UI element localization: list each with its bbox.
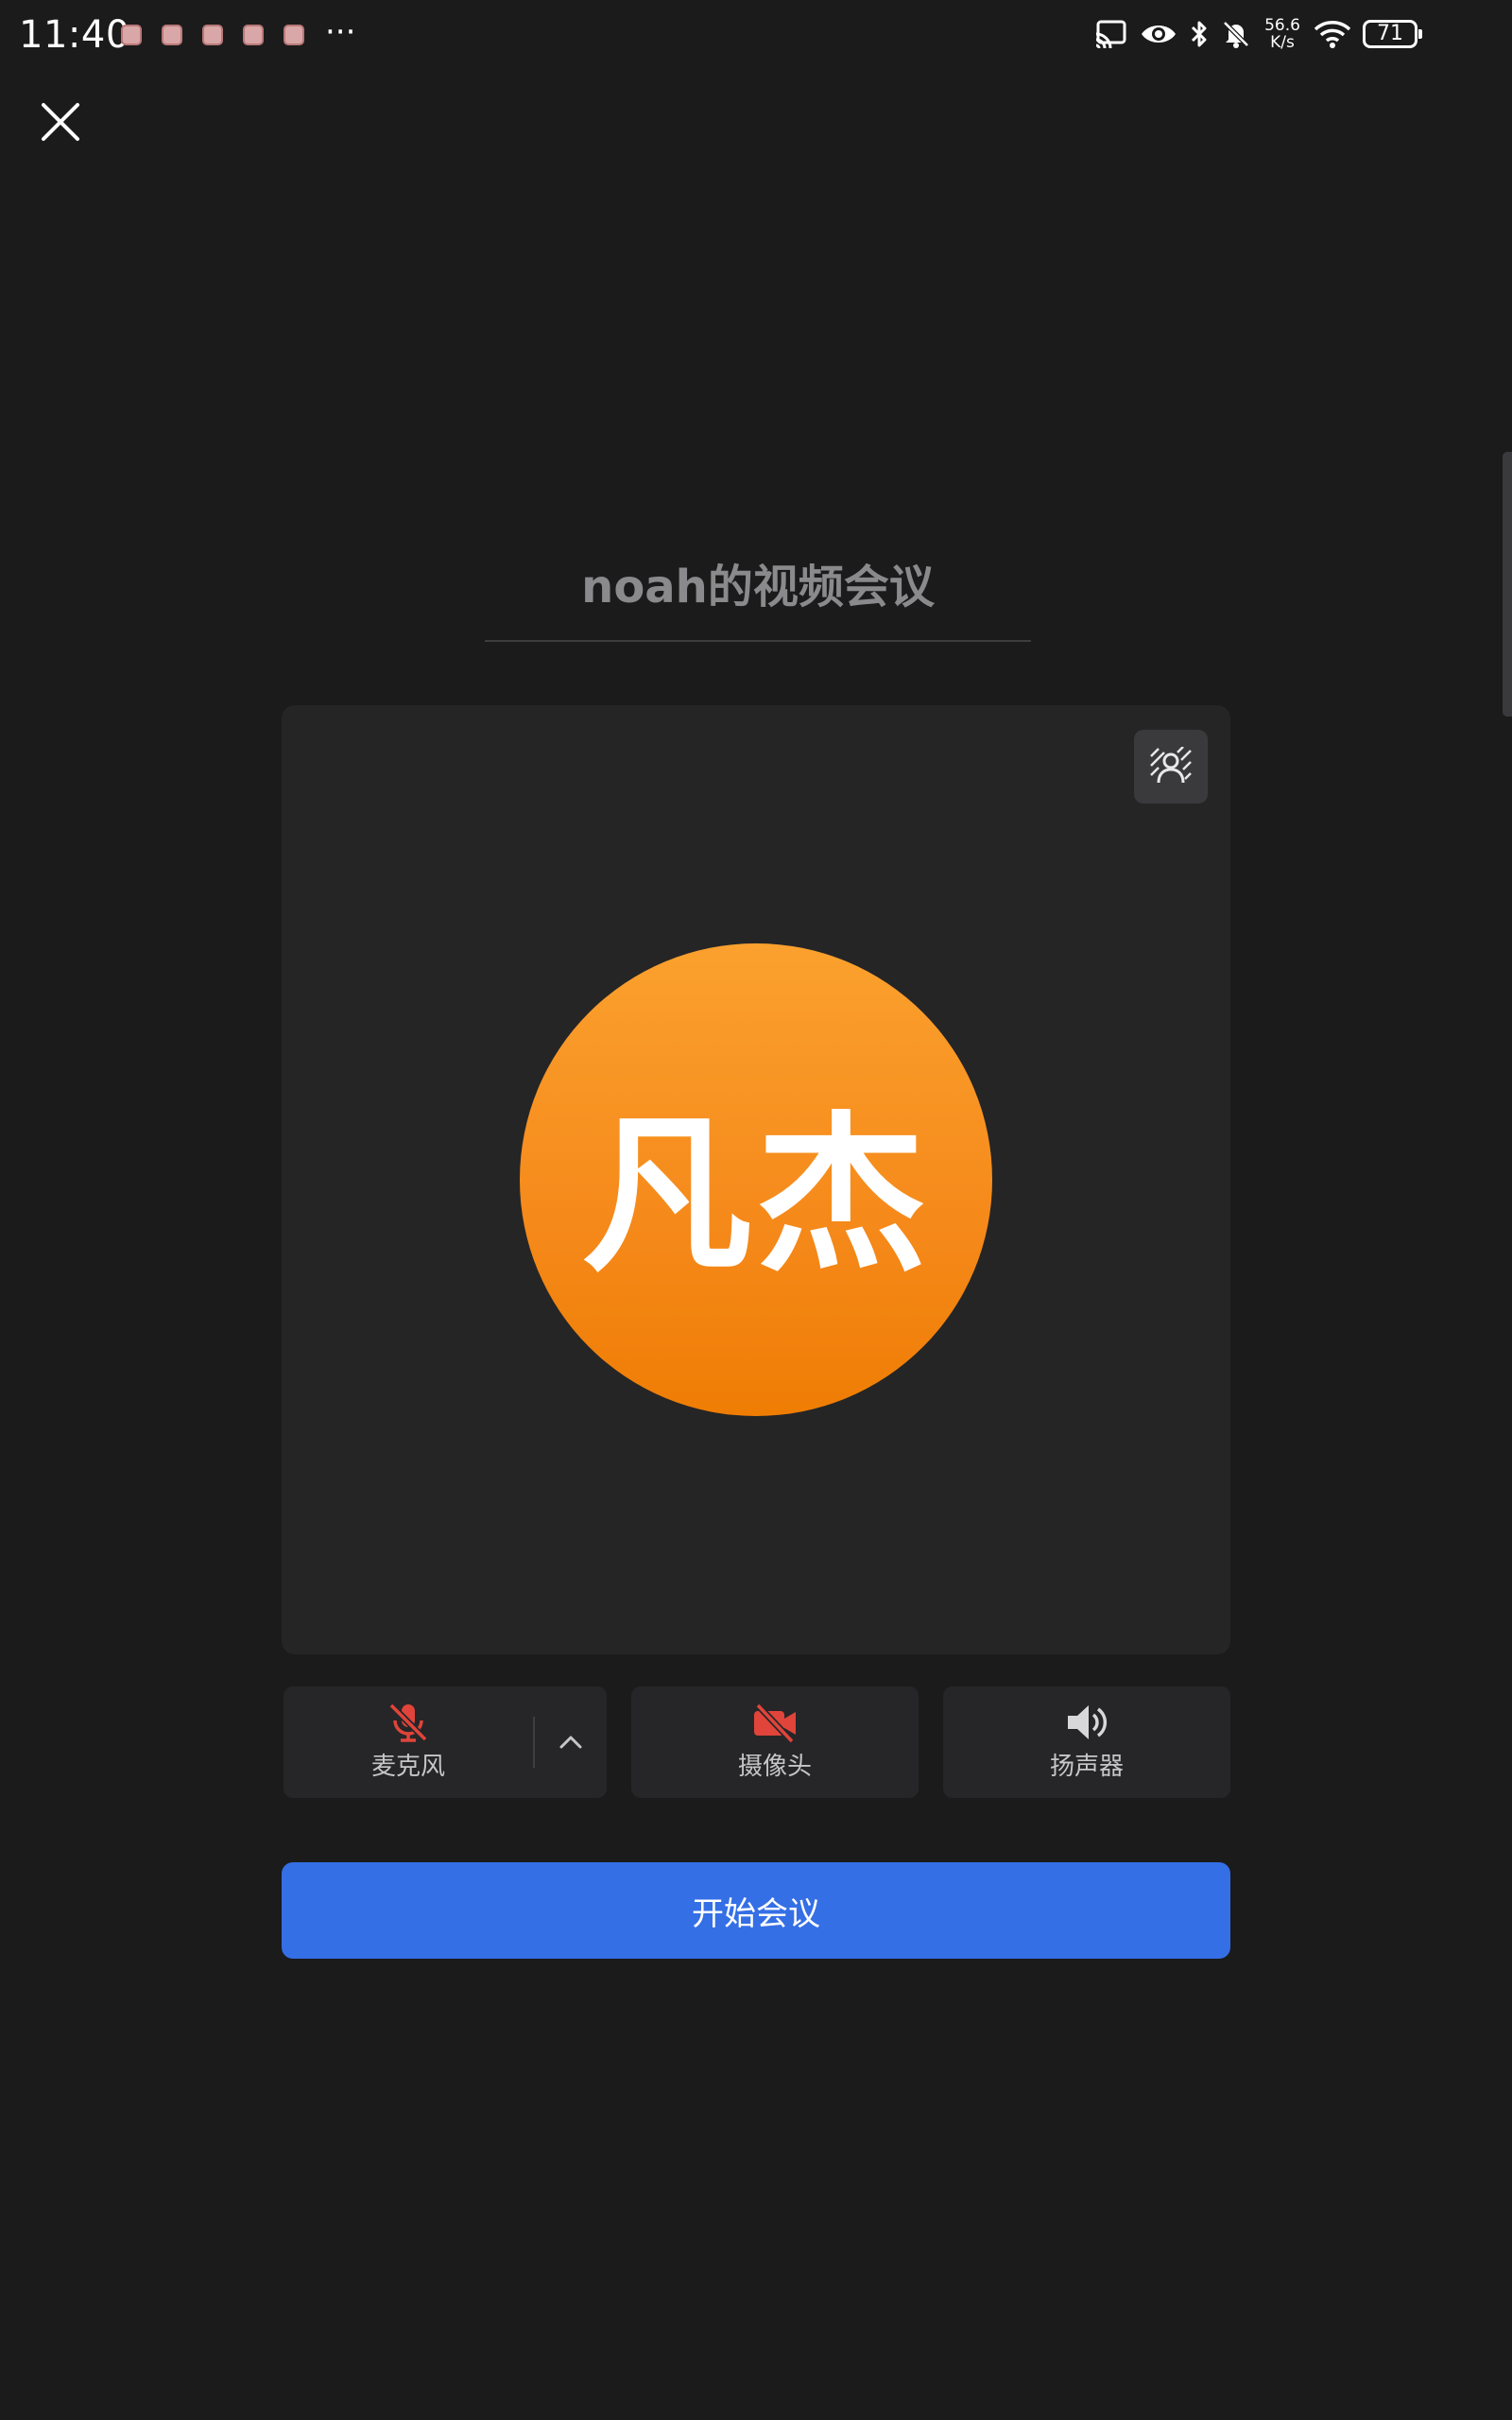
network-speed-value: 56.6 — [1264, 16, 1300, 35]
speaker-toggle[interactable]: 扬声器 — [943, 1686, 1230, 1798]
microphone-label: 麦克风 — [370, 1753, 445, 1781]
app-notification-icon — [243, 25, 264, 45]
scrollbar[interactable] — [1503, 452, 1512, 717]
eye-icon — [1142, 26, 1176, 43]
more-notifications-icon: ··· — [325, 13, 356, 51]
virtual-background-button[interactable] — [1134, 730, 1208, 804]
camera-off-icon — [754, 1703, 796, 1743]
wifi-icon — [1314, 21, 1351, 48]
bluetooth-icon — [1191, 21, 1207, 47]
network-speed-unit: K/s — [1270, 33, 1295, 52]
battery-indicator: 71 — [1363, 20, 1422, 48]
app-notification-icon — [284, 25, 304, 45]
video-preview: 凡杰 — [282, 705, 1230, 1654]
camera-toggle[interactable]: 摄像头 — [631, 1686, 919, 1798]
app-notification-icon — [202, 25, 223, 45]
microphone-options-button[interactable] — [535, 1686, 607, 1798]
camera-label: 摄像头 — [737, 1753, 812, 1781]
speaker-label: 扬声器 — [1049, 1753, 1124, 1781]
close-icon — [42, 103, 79, 141]
close-button[interactable] — [28, 90, 93, 154]
cast-icon — [1095, 20, 1126, 49]
app-notification-icon — [162, 25, 182, 45]
bell-off-icon — [1223, 21, 1249, 48]
avatar: 凡杰 — [520, 943, 992, 1416]
speaker-icon — [1068, 1705, 1108, 1739]
meeting-title-field[interactable]: noah的视频会议 — [485, 553, 1031, 642]
chevron-up-icon — [559, 1736, 582, 1749]
notification-icons — [121, 25, 304, 45]
meeting-preview-screen: 11:40 ··· 56.6 K/s 71 noah的视频会议 凡杰 麦克风 摄… — [0, 0, 1512, 2420]
meeting-title: noah的视频会议 — [581, 561, 935, 614]
mic-muted-icon — [388, 1703, 428, 1742]
network-speed: 56.6 K/s — [1263, 17, 1302, 51]
avatar-initials: 凡杰 — [581, 1097, 930, 1295]
system-icons: 56.6 K/s 71 — [1094, 17, 1422, 51]
status-time: 11:40 — [19, 13, 130, 57]
status-bar: 11:40 ··· 56.6 K/s 71 — [0, 0, 1512, 76]
start-meeting-button[interactable]: 开始会议 — [282, 1862, 1230, 1959]
app-notification-icon — [121, 25, 142, 45]
background-blur-icon — [1150, 747, 1192, 784]
microphone-toggle[interactable]: 麦克风 — [284, 1686, 607, 1798]
